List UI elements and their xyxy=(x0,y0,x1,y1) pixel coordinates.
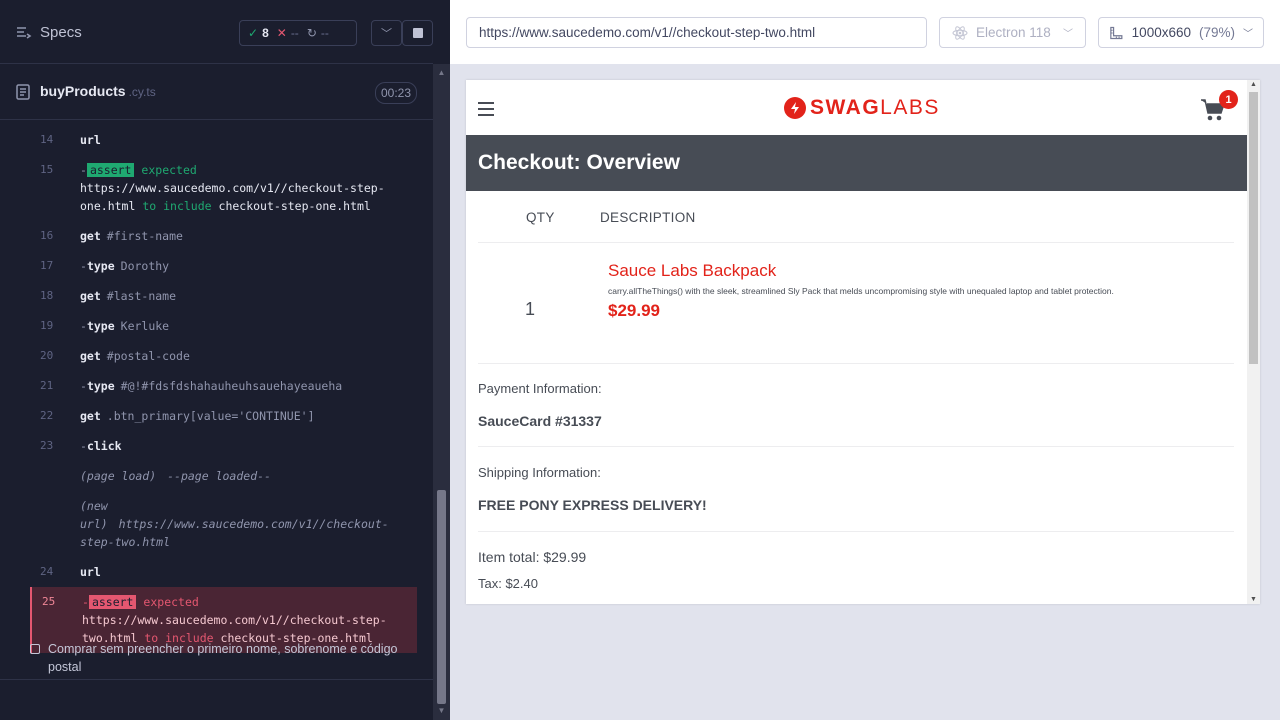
divider xyxy=(478,446,1234,447)
ruler-icon xyxy=(1110,26,1123,39)
command-row[interactable]: 24 url xyxy=(30,557,417,587)
command-row[interactable]: 19 -type Kerluke xyxy=(30,311,417,341)
viewport-selector[interactable]: 1000x660 (79%) ﹀ xyxy=(1098,17,1264,48)
command-row[interactable]: 21 -type #@!#fdsfdshahauheuhsauehayeaueha xyxy=(30,371,417,401)
payment-info-value: SauceCard #31337 xyxy=(478,413,602,429)
toggle-auto-scroll-button[interactable]: ﹀ xyxy=(371,20,402,46)
test-stats: ✓ 8 ✕ -- ↻ -- xyxy=(239,20,357,46)
swag-labs-logo: SWAGLABS xyxy=(784,96,940,120)
command-list: 14 url 15 - assert expected https://www.s… xyxy=(30,125,417,653)
spec-file-link[interactable]: buyProducts .cy.ts xyxy=(16,83,156,101)
passed-count: ✓ 8 xyxy=(248,26,269,40)
cart-list-header: QTY DESCRIPTION xyxy=(478,191,1234,243)
iframe-scrollbar-thumb[interactable] xyxy=(1249,92,1258,364)
item-total: Item total: $29.99 xyxy=(478,549,587,565)
stop-button[interactable] xyxy=(402,20,433,46)
chevron-down-icon: ﹀ xyxy=(1243,29,1253,40)
assert-row-pass[interactable]: 15 - assert expected https://www.saucedem… xyxy=(30,155,417,221)
specs-button[interactable]: Specs xyxy=(16,24,82,41)
pending-count: ↻ -- xyxy=(306,26,329,40)
chevron-down-icon: ﹀ xyxy=(1063,29,1073,40)
reporter-scrollbar-thumb[interactable] xyxy=(437,490,446,704)
iframe-scrollbar[interactable]: ▲ ▼ xyxy=(1247,80,1260,604)
spec-duration: 00:23 xyxy=(375,82,417,104)
test-checkbox-icon xyxy=(30,644,40,654)
command-log-panel: Specs ✓ 8 ✕ -- ↻ -- ﹀ buyProducts .cy.ts 00:… xyxy=(0,0,450,720)
divider xyxy=(0,679,433,680)
aut-iframe: SWAGLABS 1 Checkout: Overview QTY DESCRI… xyxy=(466,80,1260,604)
command-row[interactable]: 18 get #last-name xyxy=(30,281,417,311)
scroll-down-icon[interactable]: ▼ xyxy=(437,706,446,716)
new-url-event: (new url) https://www.saucedemo.com/v1//… xyxy=(80,499,389,549)
reporter-header: Specs ✓ 8 ✕ -- ↻ -- ﹀ xyxy=(0,0,433,64)
page-title: Checkout: Overview xyxy=(466,135,1247,191)
chevron-down-icon: ﹀ xyxy=(381,28,392,40)
url-bar[interactable]: https://www.saucedemo.com/v1//checkout-s… xyxy=(466,17,927,48)
payment-info-label: Payment Information: xyxy=(478,381,602,396)
page-load-event: (page load) --page loaded-- xyxy=(80,469,271,483)
cart-item: 1 Sauce Labs Backpack carry.allTheThings… xyxy=(478,243,1234,364)
command-row[interactable]: 17 -type Dorothy xyxy=(30,251,417,281)
scroll-down-icon[interactable]: ▼ xyxy=(1249,596,1258,603)
command-row[interactable]: 23 -click xyxy=(30,431,417,461)
scroll-up-icon[interactable]: ▲ xyxy=(437,68,446,78)
shipping-info-value: FREE PONY EXPRESS DELIVERY! xyxy=(478,497,707,513)
browser-selector[interactable]: Electron 118 ﹀ xyxy=(939,17,1086,48)
item-description: carry.allTheThings() with the sleek, str… xyxy=(608,286,1114,296)
bolt-icon xyxy=(784,97,806,119)
tax-amount: Tax: $2.40 xyxy=(478,576,538,591)
command-row[interactable]: 16 get #first-name xyxy=(30,221,417,251)
app-header: SWAGLABS 1 xyxy=(466,80,1247,135)
command-row[interactable]: 14 url xyxy=(30,125,417,155)
item-quantity: 1 xyxy=(525,299,536,319)
spec-file-header: buyProducts .cy.ts 00:23 xyxy=(0,72,433,120)
command-row[interactable]: 22 get .btn_primary[value='CONTINUE'] xyxy=(30,401,417,431)
assert-badge: assert xyxy=(86,163,135,177)
specs-list-icon xyxy=(17,26,32,39)
command-row[interactable]: 20 get #postal-code xyxy=(30,341,417,371)
electron-icon xyxy=(952,25,968,40)
test-title[interactable]: Comprar sem preencher o primeiro nome, s… xyxy=(30,640,420,676)
failed-count: ✕ -- xyxy=(276,26,299,40)
assert-badge: assert xyxy=(88,595,137,609)
spec-file-ext: .cy.ts xyxy=(128,85,156,99)
aut-header: https://www.saucedemo.com/v1//checkout-s… xyxy=(450,0,1280,64)
specs-label: Specs xyxy=(40,24,82,41)
qty-column-header: QTY xyxy=(526,210,555,225)
shipping-info-label: Shipping Information: xyxy=(478,465,601,480)
app-under-test-panel: https://www.saucedemo.com/v1//checkout-s… xyxy=(450,0,1280,720)
cart-badge: 1 xyxy=(1219,90,1238,109)
item-price: $29.99 xyxy=(608,301,660,320)
description-column-header: DESCRIPTION xyxy=(600,210,696,225)
stop-icon xyxy=(412,28,423,38)
divider xyxy=(478,531,1234,532)
scroll-up-icon[interactable]: ▲ xyxy=(1249,81,1258,88)
menu-icon[interactable] xyxy=(478,102,494,116)
spec-file-name: buyProducts xyxy=(40,83,126,99)
item-name-link[interactable]: Sauce Labs Backpack xyxy=(608,261,776,281)
file-icon xyxy=(16,84,30,100)
